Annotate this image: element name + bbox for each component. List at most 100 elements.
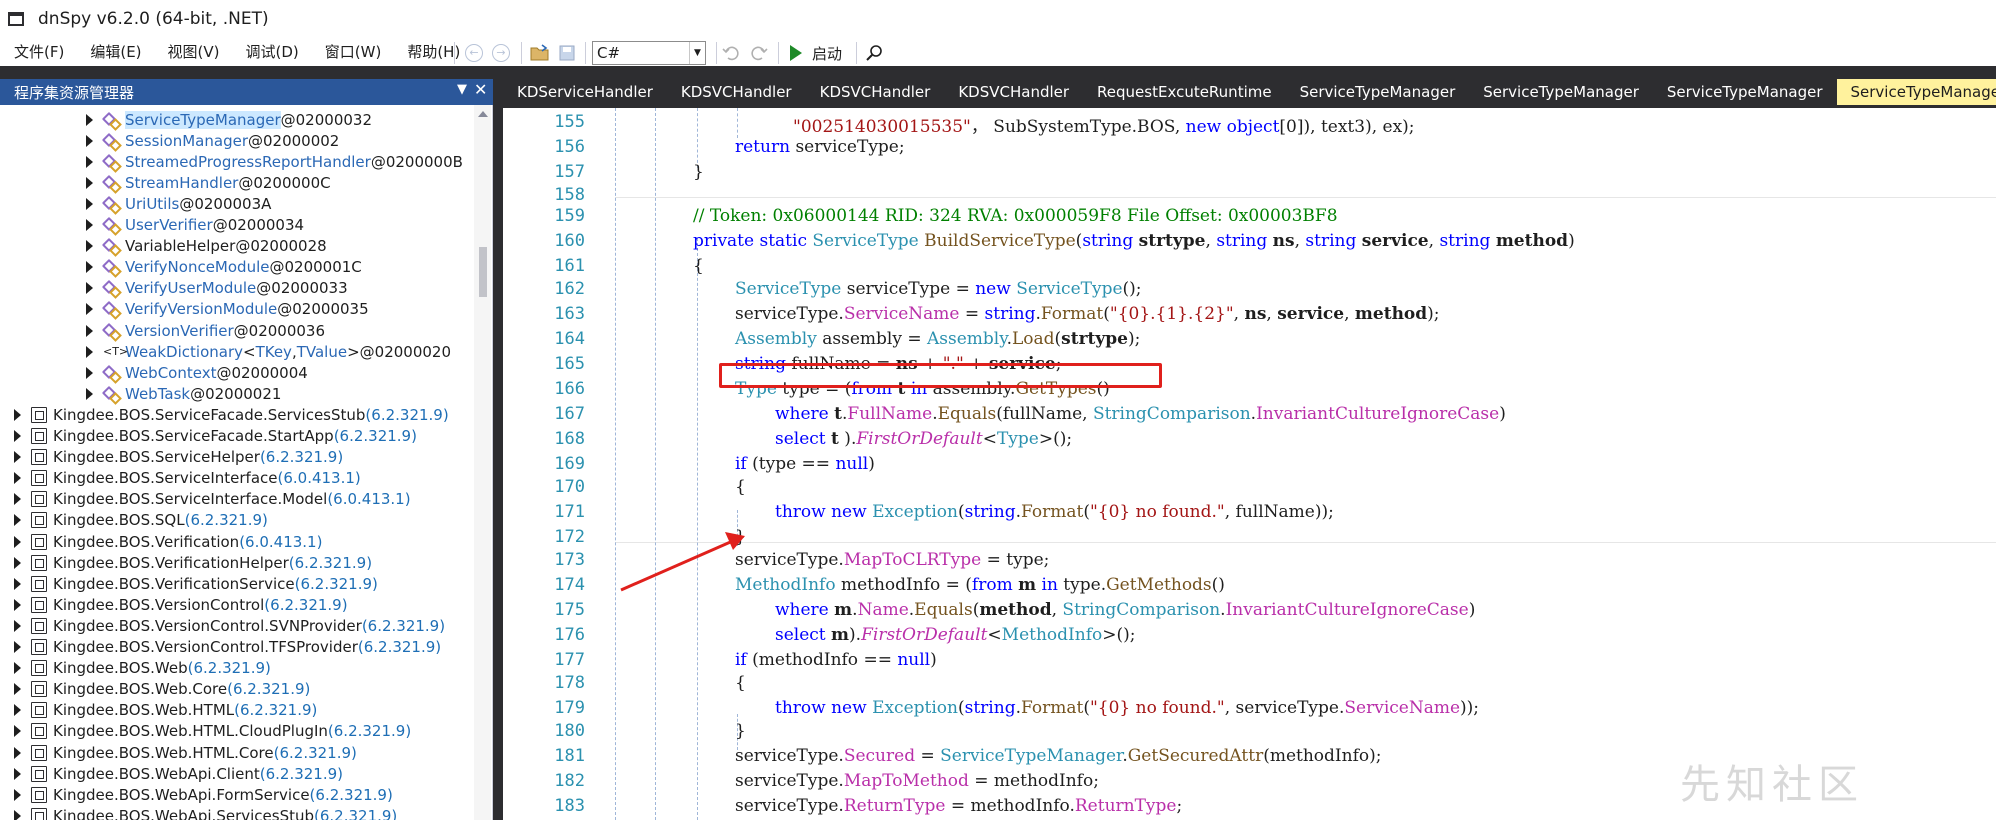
tree-item-type[interactable]: UserVerifier @02000034: [0, 215, 474, 236]
tree-item-assembly[interactable]: Kingdee.BOS.Web.Core (6.2.321.9): [0, 679, 474, 700]
tree-item-type[interactable]: VerifyUserModule @02000033: [0, 278, 474, 299]
menu-edit[interactable]: 编辑(E): [77, 38, 154, 66]
tree-item-assembly[interactable]: Kingdee.BOS.SQL (6.2.321.9): [0, 510, 474, 531]
tree-item-type[interactable]: StreamHandler @0200000C: [0, 172, 474, 193]
expand-arrow-icon[interactable]: [14, 788, 21, 801]
document-tab[interactable]: KDSVCHandler: [667, 79, 806, 105]
expand-arrow-icon[interactable]: [14, 451, 21, 464]
tree-item-assembly[interactable]: Kingdee.BOS.Web.HTML (6.2.321.9): [0, 700, 474, 721]
expand-arrow-icon[interactable]: [14, 767, 21, 780]
open-button[interactable]: [530, 42, 550, 64]
tree-item-assembly[interactable]: Kingdee.BOS.ServiceFacade.StartApp (6.2.…: [0, 426, 474, 447]
document-tab[interactable]: ServiceTypeManager: [1469, 79, 1653, 105]
expand-arrow-icon[interactable]: [86, 134, 93, 147]
tree-item-type[interactable]: ServiceTypeManager @02000032: [0, 109, 474, 130]
menu-window[interactable]: 窗口(W): [312, 38, 395, 66]
tree-item-type[interactable]: <T> WeakDictionary < TKey, TValue > @0200002…: [0, 341, 474, 362]
tree-item-assembly[interactable]: Kingdee.BOS.Web.HTML.Core (6.2.321.9): [0, 742, 474, 763]
expand-arrow-icon[interactable]: [86, 282, 93, 295]
tree-item-assembly[interactable]: Kingdee.BOS.Web (6.2.321.9): [0, 658, 474, 679]
scroll-thumb[interactable]: [479, 247, 487, 297]
expand-arrow-icon[interactable]: [14, 472, 21, 485]
expand-arrow-icon[interactable]: [14, 641, 21, 653]
expand-arrow-icon[interactable]: [14, 430, 21, 442]
menu-view[interactable]: 视图(V): [155, 38, 233, 66]
expand-arrow-icon[interactable]: [86, 345, 93, 358]
panel-splitter[interactable]: [493, 66, 503, 820]
tree-item-assembly[interactable]: Kingdee.BOS.ServiceInterface.Model (6.0.…: [0, 489, 474, 510]
document-tab[interactable]: KDSVCHandler: [806, 79, 945, 105]
expand-arrow-icon[interactable]: [14, 535, 21, 548]
document-tab[interactable]: KDServiceHandler: [503, 79, 667, 105]
tree-item-type[interactable]: VariableHelper @02000028: [0, 236, 474, 257]
tree-item-type[interactable]: VerifyVersionModule @02000035: [0, 299, 474, 320]
redo-button[interactable]: [750, 42, 768, 64]
expand-arrow-icon[interactable]: [86, 261, 93, 274]
menu-file[interactable]: 文件(F): [1, 38, 77, 66]
expand-arrow-icon[interactable]: [14, 493, 21, 506]
document-tab[interactable]: RequestExcuteRuntime: [1083, 79, 1286, 105]
expand-arrow-icon[interactable]: [86, 324, 93, 337]
tree-item-type[interactable]: VersionVerifier @02000036: [0, 320, 474, 341]
tree-item-type[interactable]: WebContext @02000004: [0, 362, 474, 383]
tree-item-assembly[interactable]: Kingdee.BOS.ServiceFacade.ServicesStub (…: [0, 404, 474, 425]
expand-arrow-icon[interactable]: [14, 408, 21, 421]
tree-item-type[interactable]: UriUtils @0200003A: [0, 193, 474, 214]
expand-arrow-icon[interactable]: [14, 577, 21, 590]
tree-item-assembly[interactable]: Kingdee.BOS.WebApi.Client (6.2.321.9): [0, 763, 474, 784]
run-button[interactable]: 启动: [790, 42, 842, 64]
expand-arrow-icon[interactable]: [86, 303, 93, 316]
code-editor[interactable]: 155 "002514030015535"， SubSystemType.BOS,…: [503, 108, 1996, 820]
expand-arrow-icon[interactable]: [86, 219, 93, 231]
tree-item-assembly[interactable]: Kingdee.BOS.VersionControl (6.2.321.9): [0, 594, 474, 615]
document-tab[interactable]: ServiceTypeManager: [1286, 79, 1470, 105]
language-select[interactable]: C# ▼: [592, 41, 706, 65]
tree-item-type[interactable]: SessionManager @02000002: [0, 130, 474, 151]
expand-arrow-icon[interactable]: [86, 155, 93, 168]
tree-item-assembly[interactable]: Kingdee.BOS.ServiceHelper (6.2.321.9): [0, 447, 474, 468]
back-button[interactable]: ←: [465, 42, 483, 64]
expand-arrow-icon[interactable]: [86, 387, 93, 400]
expand-arrow-icon[interactable]: [14, 514, 21, 527]
close-icon[interactable]: ✕: [474, 80, 487, 99]
expand-arrow-icon[interactable]: [86, 240, 93, 253]
tree-item-type[interactable]: StreamedProgressReportHandler @0200000B: [0, 151, 474, 172]
forward-button[interactable]: →: [492, 42, 510, 64]
expand-arrow-icon[interactable]: [14, 725, 21, 738]
expand-arrow-icon[interactable]: [86, 366, 93, 379]
menu-help[interactable]: 帮助(H): [394, 38, 473, 66]
expand-arrow-icon[interactable]: [14, 809, 21, 820]
tree-item-type[interactable]: VerifyNonceModule @0200001C: [0, 257, 474, 278]
scroll-up-icon[interactable]: [478, 111, 488, 117]
expand-arrow-icon[interactable]: [14, 598, 21, 611]
document-tab[interactable]: ServiceTypeManager: [1653, 79, 1837, 105]
expand-arrow-icon[interactable]: [14, 619, 21, 632]
tree-item-assembly[interactable]: Kingdee.BOS.VerificationService (6.2.321…: [0, 573, 474, 594]
undo-button[interactable]: [722, 42, 740, 64]
expand-arrow-icon[interactable]: [14, 556, 21, 569]
document-tab[interactable]: ServiceTypeManager: [1836, 79, 1996, 105]
expand-arrow-icon[interactable]: [14, 746, 21, 759]
tree-item-assembly[interactable]: Kingdee.BOS.WebApi.FormService (6.2.321.…: [0, 784, 474, 805]
menu-debug[interactable]: 调试(D): [233, 38, 312, 66]
tree-item-type[interactable]: WebTask @02000021: [0, 383, 474, 404]
expand-arrow-icon[interactable]: [14, 683, 21, 696]
expand-arrow-icon[interactable]: [14, 704, 21, 717]
tree-item-assembly[interactable]: Kingdee.BOS.ServiceInterface (6.0.413.1): [0, 468, 474, 489]
tree-item-assembly[interactable]: Kingdee.BOS.VerificationHelper (6.2.321.…: [0, 552, 474, 573]
expand-arrow-icon[interactable]: [86, 176, 93, 189]
expand-arrow-icon[interactable]: [86, 113, 93, 126]
expand-arrow-icon[interactable]: [14, 662, 21, 675]
search-button[interactable]: [866, 42, 884, 64]
tree-item-assembly[interactable]: Kingdee.BOS.WebApi.ServicesStub (6.2.321…: [0, 805, 474, 820]
document-tab[interactable]: KDSVCHandler: [944, 79, 1083, 105]
tree-item-assembly[interactable]: Kingdee.BOS.VersionControl.SVNProvider (…: [0, 615, 474, 636]
tree-item-assembly[interactable]: Kingdee.BOS.Web.HTML.CloudPlugIn (6.2.32…: [0, 721, 474, 742]
save-button[interactable]: [558, 42, 576, 64]
panel-menu-icon[interactable]: ▼: [457, 82, 467, 97]
expand-arrow-icon[interactable]: [86, 197, 93, 210]
explorer-scrollbar[interactable]: [474, 105, 491, 820]
tree-item-assembly[interactable]: Kingdee.BOS.VersionControl.TFSProvider (…: [0, 637, 474, 658]
tree-item-assembly[interactable]: Kingdee.BOS.Verification (6.0.413.1): [0, 531, 474, 552]
assembly-icon: [31, 428, 47, 444]
